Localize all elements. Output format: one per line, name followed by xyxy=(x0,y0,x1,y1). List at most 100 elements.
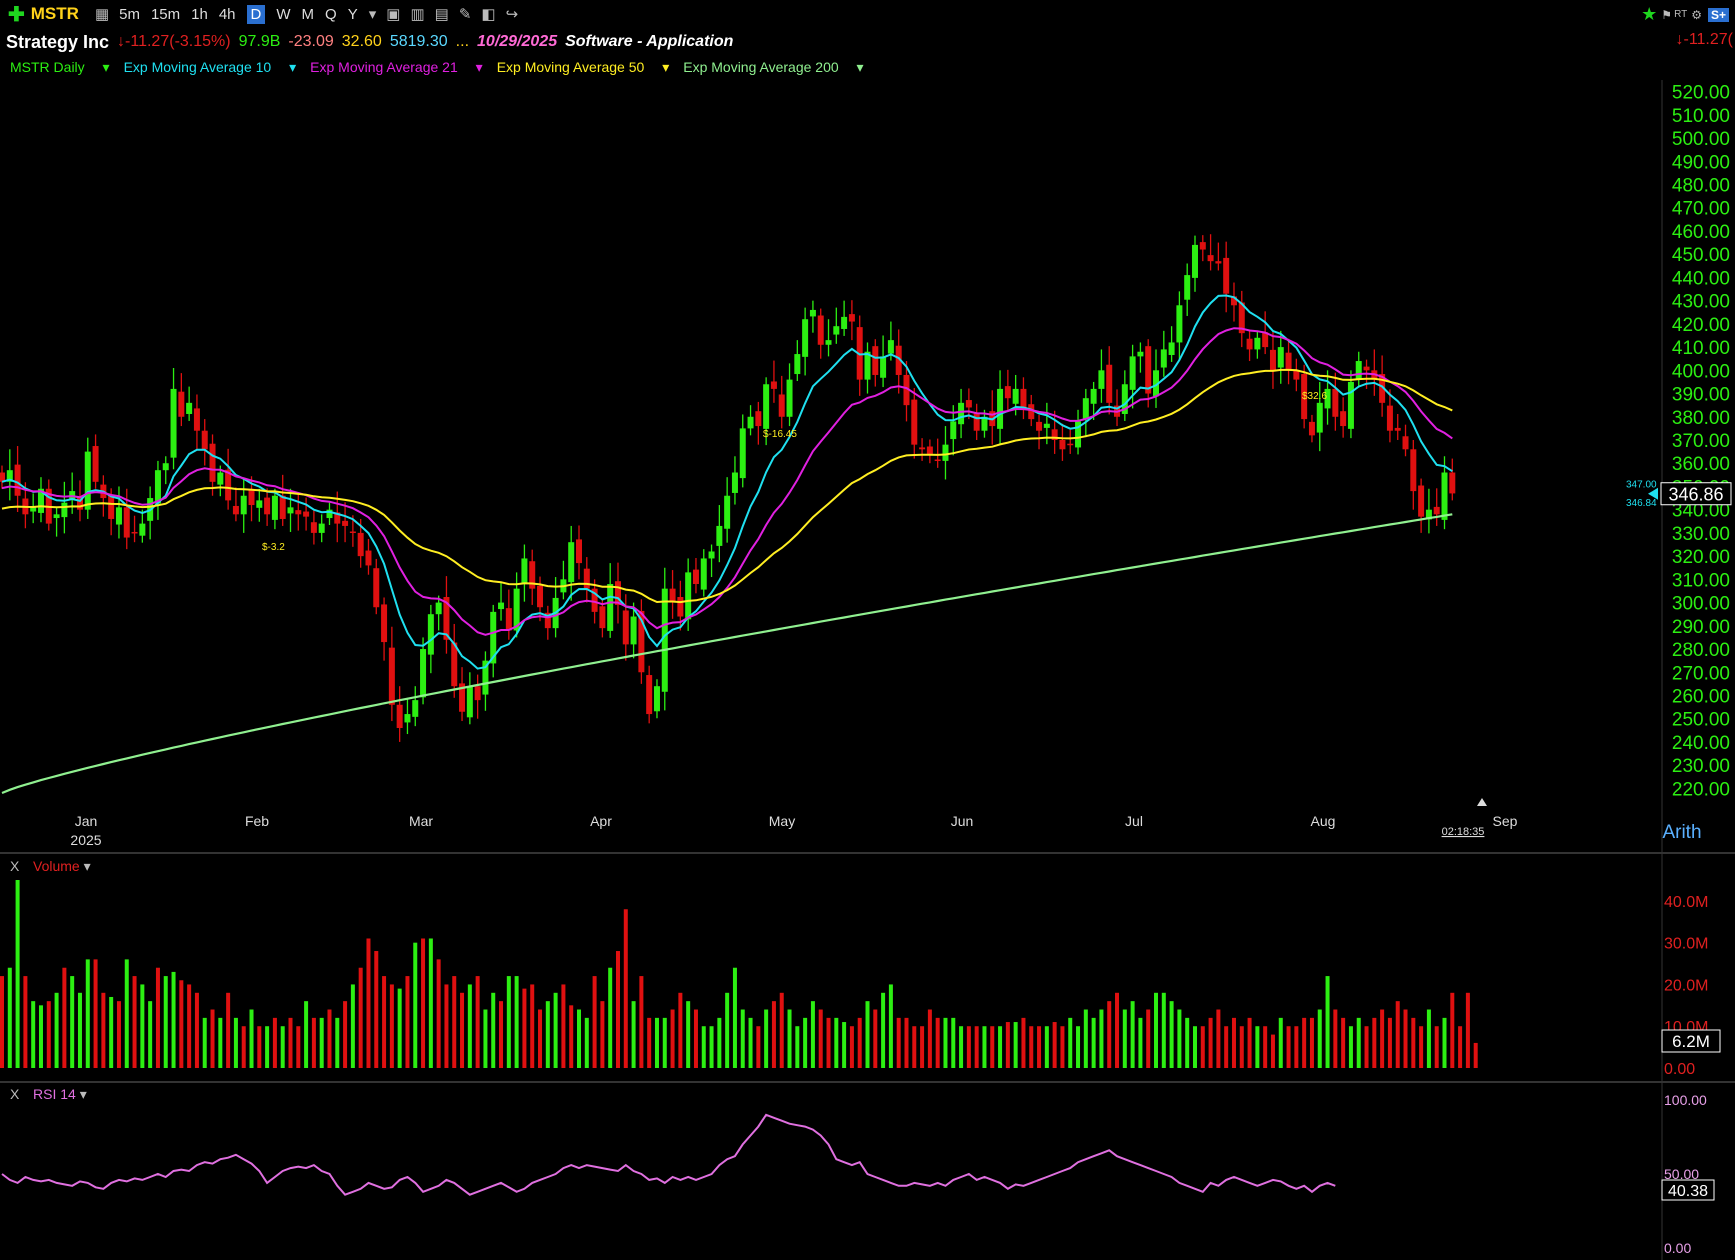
volume-bar xyxy=(1177,1009,1182,1068)
volume-bar xyxy=(522,988,527,1068)
candle xyxy=(427,614,434,655)
price-pane: $-3.2 $-16.45 $32.6 xyxy=(0,234,1456,795)
candle xyxy=(911,399,918,445)
volume-bar xyxy=(1465,992,1470,1068)
volume-bar xyxy=(23,976,28,1068)
candle xyxy=(1036,421,1043,431)
volume-bar xyxy=(7,967,12,1068)
volume-bar xyxy=(912,1026,917,1068)
candle xyxy=(576,539,583,564)
volume-bar xyxy=(1200,1026,1205,1068)
volume-bar xyxy=(93,959,98,1068)
volume-bar xyxy=(171,971,176,1068)
volume-bar xyxy=(561,984,566,1068)
volume-bar xyxy=(1419,1026,1424,1068)
candle xyxy=(420,649,427,698)
volume-bar xyxy=(826,1017,831,1068)
candle xyxy=(412,700,419,717)
volume-bar xyxy=(233,1017,238,1068)
rsi-line xyxy=(1,1113,1336,1196)
candle xyxy=(630,616,637,645)
volume-bar xyxy=(943,1017,948,1068)
price-tick-label: 390.00 xyxy=(1672,385,1730,406)
price-annotation: $-3.2 xyxy=(262,542,285,553)
volume-bar xyxy=(109,996,114,1068)
candle xyxy=(965,400,972,408)
volume-bar xyxy=(358,967,363,1068)
volume-bar xyxy=(226,992,231,1068)
volume-bar xyxy=(194,992,199,1068)
candle xyxy=(1332,388,1339,417)
candle xyxy=(404,714,411,723)
candle xyxy=(1347,381,1354,429)
volume-bar xyxy=(966,1026,971,1068)
candle xyxy=(778,394,785,417)
x-month-label: Sep xyxy=(1493,813,1518,829)
volume-bar xyxy=(1037,1026,1042,1068)
volume-bar xyxy=(311,1017,316,1068)
volume-bar xyxy=(779,992,784,1068)
volume-bar xyxy=(116,1001,121,1068)
candle xyxy=(217,472,224,485)
volume-bar xyxy=(77,992,82,1068)
candle xyxy=(92,446,99,482)
volume-bar xyxy=(1138,1017,1143,1068)
candle xyxy=(825,340,832,345)
volume-bar xyxy=(241,1026,246,1068)
candle xyxy=(232,505,239,515)
volume-bar xyxy=(452,976,457,1068)
price-annotation: $-16.45 xyxy=(763,429,797,440)
candle xyxy=(1145,346,1152,394)
candle xyxy=(1418,485,1425,517)
volume-bar xyxy=(389,984,394,1068)
chart-area[interactable]: $-3.2 $-16.45 $32.6 520.00510.00500.00490.… xyxy=(0,0,1735,1260)
volume-bar xyxy=(1395,1001,1400,1068)
scale-label: Arith xyxy=(1662,822,1701,843)
candle xyxy=(310,522,317,533)
countdown-label: 02:18:35 xyxy=(1442,826,1485,838)
price-tick-label: 450.00 xyxy=(1672,245,1730,266)
volume-bar xyxy=(709,1026,714,1068)
volume-bar xyxy=(1239,1026,1244,1068)
x-month-label: Jun xyxy=(951,813,974,829)
volume-bar xyxy=(787,1009,792,1068)
candle xyxy=(568,542,575,583)
candle xyxy=(669,588,676,603)
volume-bar xyxy=(1192,1026,1197,1068)
volume-bar xyxy=(849,1026,854,1068)
candle xyxy=(14,464,21,496)
volume-bar xyxy=(1442,1017,1447,1068)
volume-bar xyxy=(506,976,511,1068)
candle xyxy=(466,686,473,718)
candle xyxy=(84,451,91,510)
volume-bar xyxy=(857,1017,862,1068)
candle xyxy=(537,585,544,608)
volume-bar xyxy=(608,967,613,1068)
volume-bar xyxy=(1122,1009,1127,1068)
volume-bar xyxy=(1434,1026,1439,1068)
volume-bar xyxy=(187,984,192,1068)
volume-bar xyxy=(491,992,496,1068)
candle xyxy=(1277,347,1284,368)
volume-bar xyxy=(670,1009,675,1068)
candle xyxy=(887,340,894,354)
candle xyxy=(474,686,481,701)
candle xyxy=(599,606,606,629)
volume-bar xyxy=(569,1005,574,1068)
candle xyxy=(240,495,247,515)
candle xyxy=(1043,423,1050,428)
candle xyxy=(1316,402,1323,433)
candle xyxy=(661,588,668,692)
price-tick-label: 380.00 xyxy=(1672,408,1730,429)
volume-bar xyxy=(927,1009,932,1068)
volume-bar xyxy=(1099,1009,1104,1068)
volume-bar xyxy=(888,984,893,1068)
candle xyxy=(1386,405,1393,431)
price-tick-label: 230.00 xyxy=(1672,756,1730,777)
volume-bar xyxy=(1013,1022,1018,1068)
candle xyxy=(1090,388,1097,404)
volume-bar xyxy=(62,967,67,1068)
volume-bar xyxy=(265,1026,270,1068)
price-tick-label: 290.00 xyxy=(1672,617,1730,638)
candle xyxy=(1340,411,1347,427)
